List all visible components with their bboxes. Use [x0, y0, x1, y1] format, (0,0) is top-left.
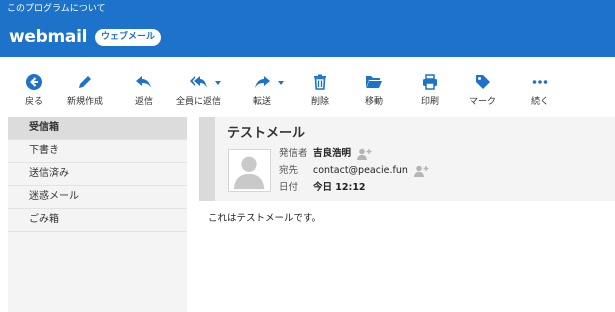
- app-badge: ウェブメール: [95, 29, 162, 46]
- app-logo[interactable]: webmail: [9, 27, 87, 47]
- message-header: テストメール 発信者 吉良浩明 宛先 contact@peacie.fun 日付…: [199, 117, 615, 201]
- message-body: これはテストメールです。: [208, 213, 322, 224]
- more-label: 続く: [530, 97, 549, 107]
- reply-all-button[interactable]: 全員に返信: [176, 72, 221, 112]
- folder-sent[interactable]: 送信済み: [8, 163, 187, 186]
- to-row: 宛先 contact@peacie.fun: [279, 165, 430, 177]
- tag-icon: [471, 72, 495, 92]
- folder-open-icon: [362, 72, 386, 92]
- message-subject: テストメール: [227, 126, 306, 141]
- folder-trash[interactable]: ごみ箱: [8, 209, 187, 232]
- print-label: 印刷: [420, 97, 439, 107]
- move-button[interactable]: 移動: [362, 72, 386, 112]
- delete-label: 削除: [310, 97, 329, 107]
- chevron-down-icon[interactable]: [278, 81, 284, 85]
- more-icon: [528, 72, 552, 92]
- forward-button[interactable]: 転送: [250, 72, 284, 112]
- printer-icon: [418, 72, 442, 92]
- add-contact-icon[interactable]: [413, 165, 430, 177]
- forward-label: 転送: [252, 97, 271, 107]
- chevron-down-icon[interactable]: [214, 81, 221, 85]
- from-row: 発信者 吉良浩明: [279, 148, 373, 160]
- folder-inbox[interactable]: 受信箱: [8, 117, 187, 140]
- more-button[interactable]: 続く: [528, 72, 552, 112]
- add-contact-icon[interactable]: [357, 148, 373, 160]
- compose-label: 新規作成: [67, 97, 104, 107]
- date-label: 日付: [279, 182, 299, 193]
- back-icon: [22, 72, 46, 92]
- delete-button[interactable]: 削除: [308, 72, 332, 112]
- user-silhouette-icon: [233, 156, 265, 190]
- mark-label: マーク: [469, 97, 497, 107]
- date-row: 日付 今日 12:12: [279, 182, 366, 194]
- move-label: 移動: [364, 97, 383, 107]
- trash-icon: [308, 72, 332, 92]
- from-label: 発信者: [279, 148, 308, 159]
- reply-icon: [132, 72, 156, 92]
- mark-button[interactable]: マーク: [469, 72, 496, 112]
- avatar: [228, 149, 271, 192]
- forward-icon: [250, 72, 284, 92]
- reply-all-icon: [187, 72, 221, 92]
- folder-drafts[interactable]: 下書き: [8, 140, 187, 163]
- reply-button[interactable]: 返信: [132, 72, 156, 112]
- back-button[interactable]: 戻る: [22, 72, 46, 112]
- folder-junk[interactable]: 迷惑メール: [8, 186, 187, 209]
- toolbar: 戻る 新規作成 返信 全員に返信 転送 削除 移動 印刷 マーク 続く: [0, 57, 615, 113]
- app-header: このプログラムについて webmail ウェブメール: [0, 0, 615, 57]
- compose-button[interactable]: 新規作成: [67, 72, 103, 112]
- from-value[interactable]: 吉良浩明: [313, 148, 351, 160]
- reply-all-label: 全員に返信: [176, 97, 222, 107]
- to-value[interactable]: contact@peacie.fun: [313, 165, 408, 177]
- back-label: 戻る: [24, 97, 43, 107]
- print-button[interactable]: 印刷: [418, 72, 442, 112]
- reply-label: 返信: [134, 97, 153, 107]
- to-label: 宛先: [279, 165, 299, 176]
- date-value: 今日 12:12: [313, 182, 366, 193]
- about-link[interactable]: このプログラムについて: [7, 4, 105, 15]
- pencil-icon: [73, 72, 97, 92]
- folder-list: 受信箱 下書き 送信済み 迷惑メール ごみ箱: [8, 117, 187, 312]
